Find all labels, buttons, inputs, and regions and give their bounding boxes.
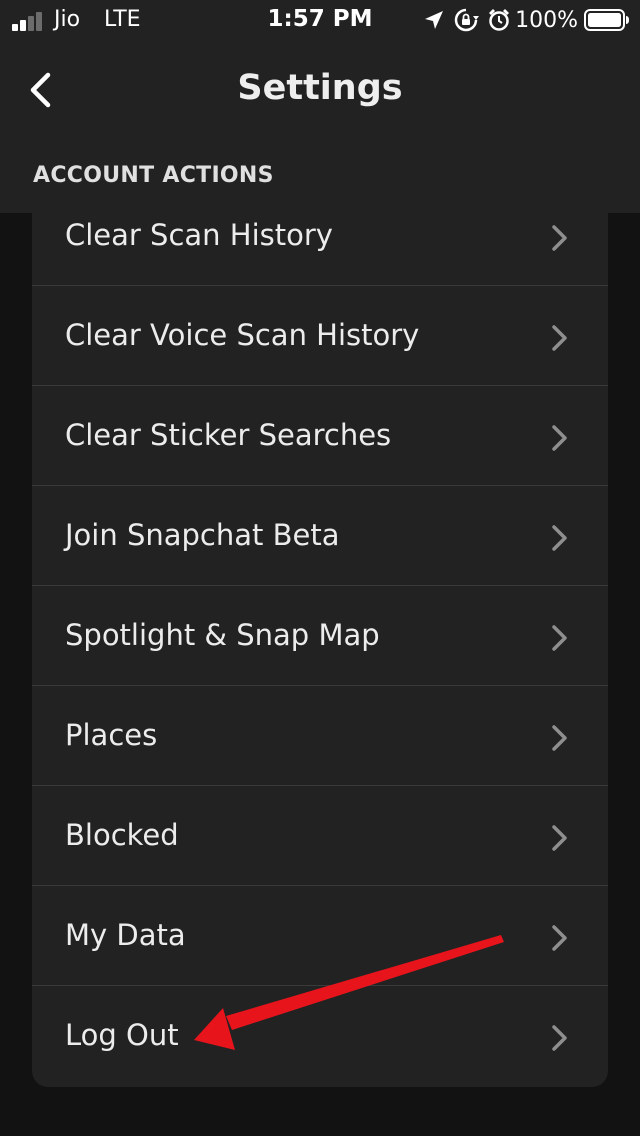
chevron-right-icon bbox=[552, 725, 567, 751]
chevron-right-icon bbox=[552, 525, 567, 551]
location-arrow-icon bbox=[425, 11, 444, 29]
battery-icon bbox=[584, 9, 629, 31]
chevron-right-icon bbox=[552, 425, 567, 451]
list-item-places[interactable]: Places bbox=[32, 686, 608, 786]
list-item-label: Clear Sticker Searches bbox=[65, 418, 392, 452]
chevron-right-icon bbox=[552, 925, 567, 951]
status-icons: 100% bbox=[423, 6, 630, 34]
page-title: Settings bbox=[237, 68, 403, 108]
chevron-right-icon bbox=[552, 225, 567, 251]
list-item-label: Log Out bbox=[65, 1018, 179, 1052]
chevron-right-icon bbox=[552, 1025, 567, 1051]
rotation-lock-icon bbox=[454, 8, 480, 32]
list-item-log-out[interactable]: Log Out bbox=[32, 986, 608, 1086]
list-item-label: Blocked bbox=[65, 818, 179, 852]
list-item-label: Clear Scan History bbox=[65, 218, 333, 252]
list-item-label: Clear Voice Scan History bbox=[65, 318, 420, 352]
list-item-clear-sticker-searches[interactable]: Clear Sticker Searches bbox=[32, 386, 608, 486]
section-header-account-actions: ACCOUNT ACTIONS bbox=[33, 163, 274, 188]
chevron-right-icon bbox=[552, 825, 567, 851]
list-item-label: Places bbox=[65, 718, 158, 752]
chevron-right-icon bbox=[552, 325, 567, 351]
navigation-bar: Settings bbox=[0, 40, 640, 140]
list-item-join-snapchat-beta[interactable]: Join Snapchat Beta bbox=[32, 486, 608, 586]
list-item-clear-voice-scan-history[interactable]: Clear Voice Scan History bbox=[32, 286, 608, 386]
alarm-clock-icon bbox=[489, 9, 510, 31]
account-actions-list: Clear Scan History Clear Voice Scan Hist… bbox=[32, 186, 608, 1087]
list-item-label: Spotlight & Snap Map bbox=[65, 618, 380, 652]
list-item-spotlight-snap-map[interactable]: Spotlight & Snap Map bbox=[32, 586, 608, 686]
list-item-my-data[interactable]: My Data bbox=[32, 886, 608, 986]
chevron-right-icon bbox=[552, 625, 567, 651]
header: Jio LTE 1:57 PM 100% Settings ACCOUNT AC… bbox=[0, 0, 640, 213]
battery-percent: 100% bbox=[515, 7, 578, 33]
list-item-label: My Data bbox=[65, 918, 186, 952]
list-item-label: Join Snapchat Beta bbox=[65, 518, 340, 552]
list-item-blocked[interactable]: Blocked bbox=[32, 786, 608, 886]
status-bar: Jio LTE 1:57 PM 100% bbox=[0, 0, 640, 40]
